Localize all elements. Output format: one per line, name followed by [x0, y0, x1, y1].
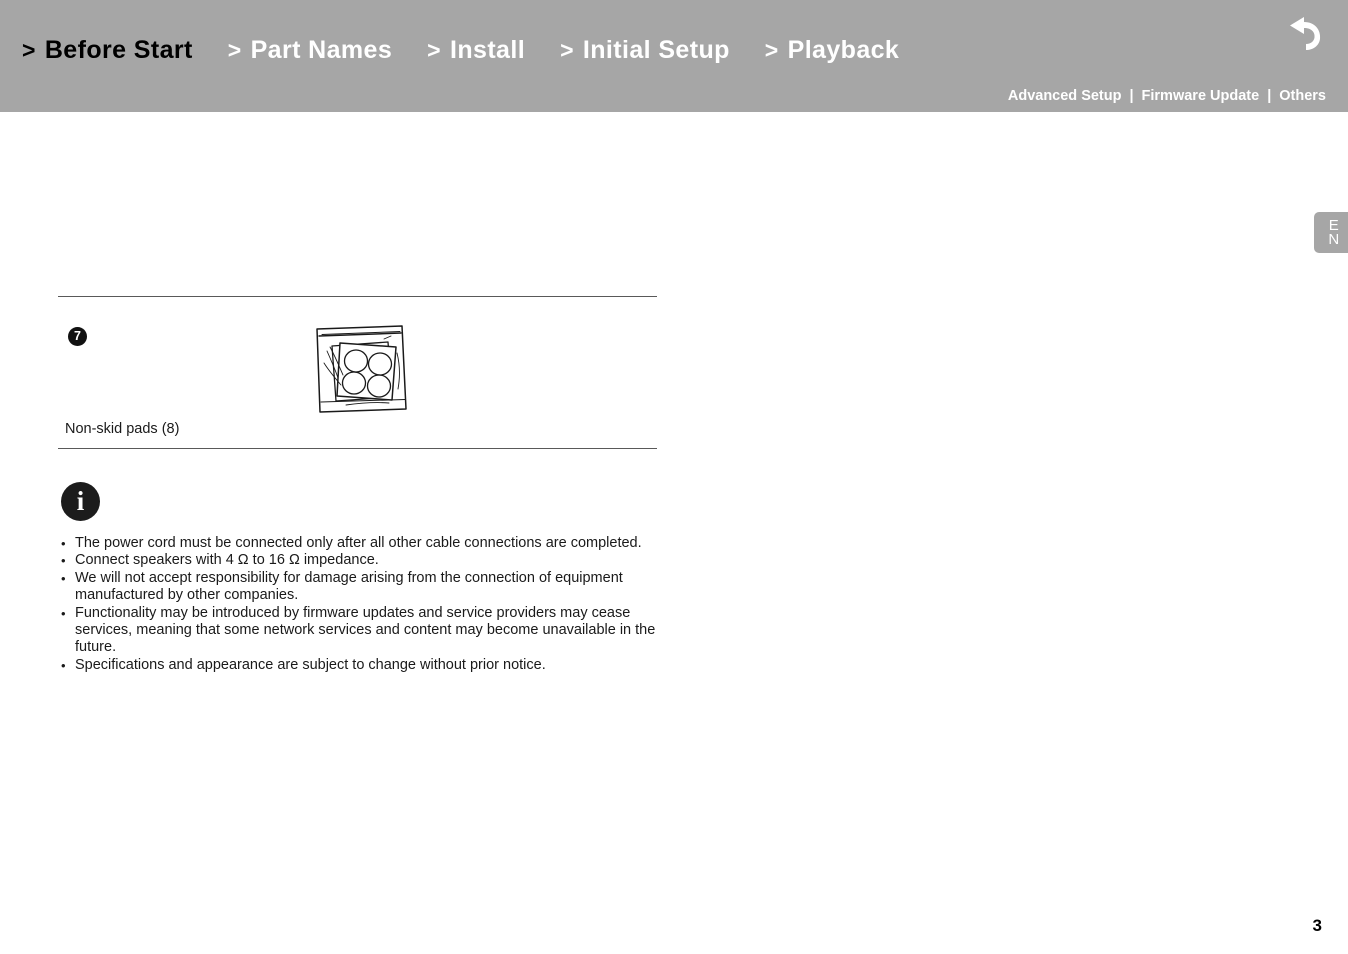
chevron-right-icon: > [560, 37, 574, 63]
nav-item-label: Playback [787, 36, 900, 64]
accessory-divider-bottom [58, 448, 657, 449]
language-tab-line2: N [1328, 230, 1340, 248]
list-item: Specifications and appearance are subjec… [58, 657, 668, 675]
page-number: 3 [1312, 916, 1322, 935]
nav-item-label: Initial Setup [582, 36, 730, 64]
sub-navigation: Advanced Setup | Firmware Update | Other… [1008, 88, 1326, 104]
nav-item-playback[interactable]: > Playback [765, 36, 899, 65]
list-item: Functionality may be introduced by firmw… [58, 605, 668, 657]
chevron-right-icon: > [22, 37, 36, 63]
list-item: The power cord must be connected only af… [58, 535, 668, 553]
nav-item-label: Install [450, 36, 526, 64]
info-icon-glyph: i [76, 485, 85, 516]
chevron-right-icon: > [427, 37, 442, 63]
nav-item-label: Part Names [250, 36, 393, 64]
sub-nav-separator: | [1267, 88, 1272, 104]
main-navigation: > Before Start > Part Names > Install > … [22, 36, 899, 65]
accessory-number-badge: 7 [68, 327, 87, 346]
accessory-divider-top [58, 296, 657, 297]
info-icon: i [61, 482, 100, 521]
back-arrow-icon[interactable] [1282, 14, 1326, 58]
list-item: We will not accept responsibility for da… [58, 570, 668, 605]
sub-nav-item-firmware-update[interactable]: Firmware Update [1142, 88, 1260, 104]
sub-nav-separator: | [1129, 88, 1134, 104]
sub-nav-item-advanced-setup[interactable]: Advanced Setup [1008, 88, 1122, 104]
sub-nav-item-others[interactable]: Others [1279, 88, 1326, 104]
chevron-right-icon: > [227, 37, 242, 63]
chevron-right-icon: > [764, 37, 779, 63]
nav-item-install[interactable]: > Install [427, 36, 525, 65]
page-header: > Before Start > Part Names > Install > … [0, 0, 1348, 112]
nav-item-initial-setup[interactable]: > Initial Setup [560, 36, 730, 65]
language-tab-en[interactable]: E N [1314, 212, 1348, 253]
accessory-label: Non-skid pads (8) [65, 421, 180, 437]
notes-list: The power cord must be connected only af… [58, 535, 668, 675]
non-skid-pads-bag-illustration [310, 323, 415, 415]
nav-item-part-names[interactable]: > Part Names [228, 36, 392, 65]
accessory-item: 7 Non-skid pads (8) [58, 305, 657, 445]
nav-item-before-start[interactable]: > Before Start [22, 36, 193, 65]
nav-item-label: Before Start [44, 36, 193, 64]
list-item: Connect speakers with 4 Ω to 16 Ω impeda… [58, 552, 668, 570]
